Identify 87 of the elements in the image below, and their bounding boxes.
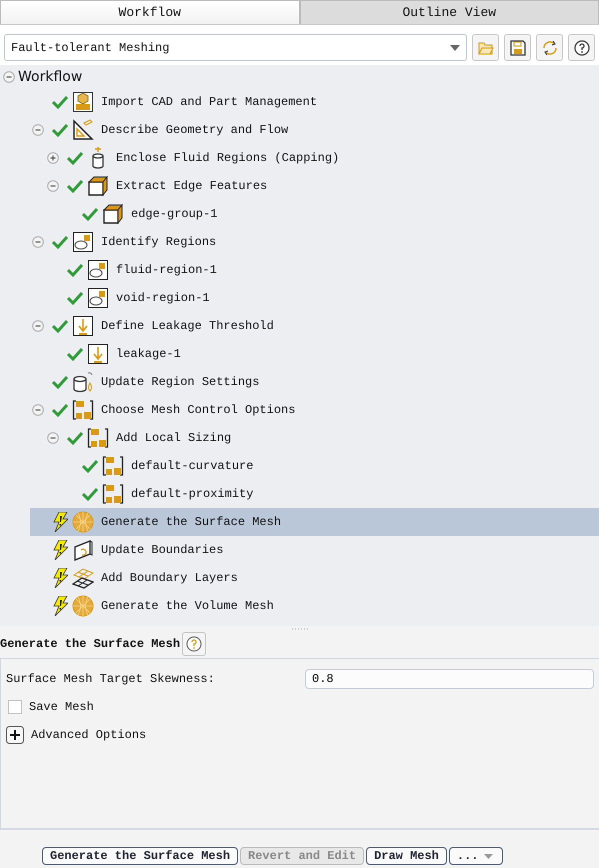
tree-row[interactable]: default-curvature	[30, 452, 599, 480]
refresh-icon	[540, 38, 558, 56]
step-label: Import CAD and Part Management	[101, 95, 318, 109]
workflow-dropdown[interactable]: Fault-tolerant Meshing	[4, 34, 467, 61]
help-icon	[574, 40, 590, 56]
step-label: Add Local Sizing	[116, 431, 232, 445]
collapse-icon[interactable]	[32, 404, 44, 416]
sizing-icon	[87, 427, 109, 449]
step-label: Generate the Volume Mesh	[101, 599, 274, 613]
save-icon	[510, 40, 526, 56]
step-label: Update Region Settings	[101, 375, 260, 389]
checkbox-label: Save Mesh	[29, 700, 94, 714]
dropdown-arrow-icon	[484, 854, 494, 858]
mesh-sphere-icon	[72, 511, 94, 533]
region-icon	[87, 287, 109, 309]
step-label: Describe Geometry and Flow	[101, 123, 288, 137]
tree-row[interactable]: Generate the Volume Mesh	[30, 592, 599, 620]
expand-icon[interactable]	[47, 152, 59, 164]
panel-title: Generate the Surface Mesh	[0, 637, 180, 651]
tree-row[interactable]: edge-group-1	[30, 200, 599, 228]
region-icon	[87, 259, 109, 281]
collapse-icon[interactable]	[32, 124, 44, 136]
expand-icon[interactable]	[6, 726, 24, 744]
tree-row[interactable]: Describe Geometry and Flow	[30, 116, 599, 144]
sizing-icon	[102, 455, 124, 477]
cad-box-icon	[72, 91, 94, 113]
help-button[interactable]	[182, 632, 206, 656]
step-label: Generate the Surface Mesh	[101, 515, 282, 529]
more-dropdown[interactable]: ...	[448, 847, 503, 865]
mesh-sphere-icon	[72, 595, 94, 617]
step-label: Extract Edge Features	[116, 179, 268, 193]
collapse-icon[interactable]	[3, 71, 15, 83]
step-label: edge-group-1	[131, 207, 218, 221]
step-label: leakage-1	[116, 347, 181, 361]
tree-row[interactable]: Update Boundaries	[30, 536, 599, 564]
region-icon	[72, 231, 94, 253]
tree-row[interactable]: Enclose Fluid Regions (Capping)	[30, 144, 599, 172]
cube-icon	[102, 203, 124, 225]
sizing-icon	[72, 399, 94, 421]
help-icon	[186, 636, 202, 652]
tab[interactable]: Outline View	[300, 0, 599, 24]
step-label: Define Leakage Threshold	[101, 319, 274, 333]
panel-icon	[72, 539, 94, 561]
tab[interactable]: Workflow	[0, 0, 300, 24]
refresh-button[interactable]	[536, 34, 563, 61]
tree-row[interactable]: Generate the Surface Mesh	[30, 508, 599, 536]
step-label: default-proximity	[131, 487, 254, 501]
step-label: Choose Mesh Control Options	[101, 403, 296, 417]
collapse-icon[interactable]	[47, 180, 59, 192]
dropdown-arrow-icon	[450, 44, 460, 50]
step-label: default-curvature	[131, 459, 254, 473]
sizing-icon	[102, 483, 124, 505]
tree-row[interactable]: Define Leakage Threshold	[30, 312, 599, 340]
cylinder-drop-icon	[72, 371, 94, 393]
tree-row[interactable]: void-region-1	[30, 284, 599, 312]
workflow-name: Fault-tolerant Meshing	[11, 40, 170, 54]
tree-row[interactable]: leakage-1	[30, 340, 599, 368]
tree-row[interactable]: Choose Mesh Control Options	[30, 396, 599, 424]
tree-row[interactable]: default-proximity	[30, 480, 599, 508]
field-label: Surface Mesh Target Skewness:	[6, 672, 216, 686]
collapse-icon[interactable]	[47, 432, 59, 444]
tree-root-label[interactable]: Workflow	[18, 69, 82, 85]
cube-icon	[87, 175, 109, 197]
step-label: fluid-region-1	[116, 263, 217, 277]
collapse-icon[interactable]	[32, 236, 44, 248]
step-label: void-region-1	[116, 291, 210, 305]
folder-icon	[478, 40, 494, 54]
checkbox[interactable]	[8, 700, 22, 714]
tree-row[interactable]: Extract Edge Features	[30, 172, 599, 200]
save-button[interactable]	[504, 34, 531, 61]
layers-icon	[72, 567, 94, 589]
tree-row[interactable]: Add Local Sizing	[30, 424, 599, 452]
tree-row[interactable]: Update Region Settings	[30, 368, 599, 396]
step-label: Update Boundaries	[101, 543, 224, 557]
action-button[interactable]: Draw Mesh	[366, 847, 447, 865]
tree-row[interactable]: fluid-region-1	[30, 256, 599, 284]
step-label: Identify Regions	[101, 235, 216, 249]
tree-row[interactable]: Import CAD and Part Management	[30, 88, 599, 116]
step-label: Add Boundary Layers	[101, 571, 238, 585]
tree-row[interactable]: Add Boundary Layers	[30, 564, 599, 592]
tree-row[interactable]: Identify Regions	[30, 228, 599, 256]
skewness-field[interactable]: 0.8	[305, 669, 594, 689]
action-button[interactable]: Generate the Surface Mesh	[42, 847, 238, 865]
step-label: Enclose Fluid Regions (Capping)	[116, 151, 340, 165]
help-button[interactable]	[568, 34, 595, 61]
collapse-icon[interactable]	[32, 320, 44, 332]
section-label[interactable]: Advanced Options	[31, 728, 146, 742]
